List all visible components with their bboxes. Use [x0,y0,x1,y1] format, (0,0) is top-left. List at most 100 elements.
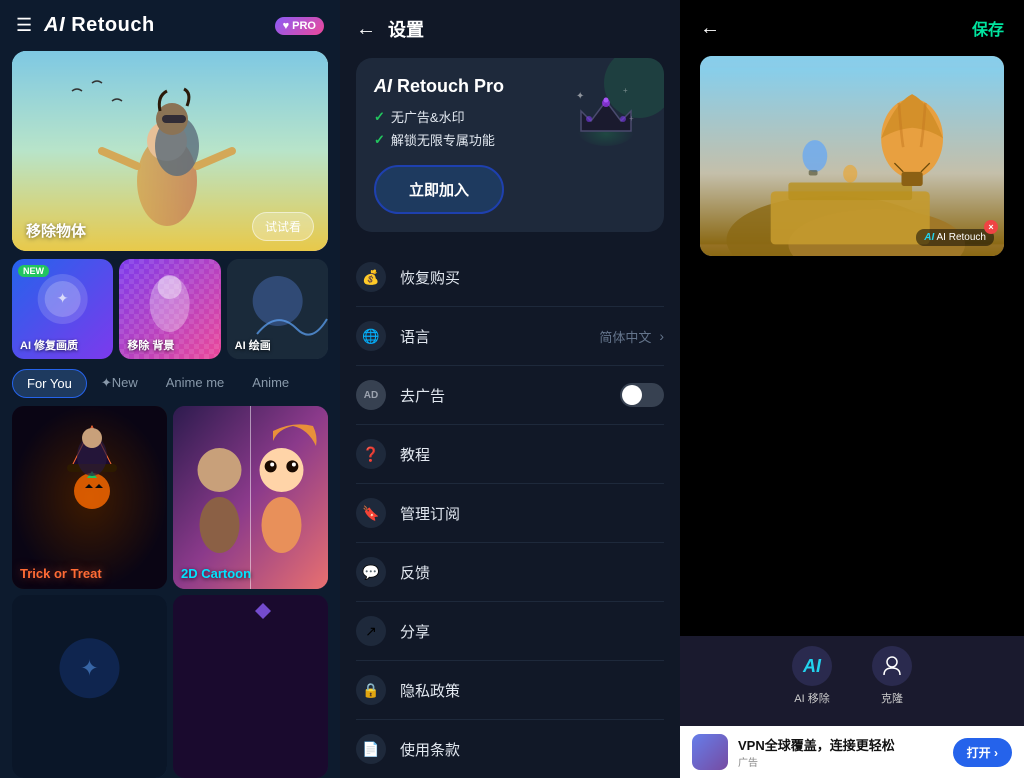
content-card-halloween[interactable]: ▲ NEW Try Free [12,406,167,589]
pro-card-text: AI Retouch Pro 无广告&水印 解锁无限专属功能 立即加入 [374,76,504,214]
pro-title-ai: AI [374,76,392,96]
settings-panel: ← 设置 AI Retouch Pro 无广告&水印 解锁无限专属功能 立即加入 [340,0,680,778]
settings-item-share[interactable]: ↗ 分享 [356,602,664,661]
content-card-4[interactable] [173,595,328,778]
settings-item-terms[interactable]: 📄 使用条款 [356,720,664,778]
app-name-retouch: Retouch [71,14,155,36]
settings-item-restore[interactable]: 💰 恢复购买 [356,248,664,307]
toolbar-item-clone[interactable]: 克隆 [872,646,912,706]
ad-title: VPN全球覆盖，连接更轻松 [738,735,943,754]
thumbnail-row: NEW ✦ AI 修复画质 移除 背景 [12,259,328,359]
language-arrow-icon: › [659,328,664,344]
watermark-text: AI Retouch [937,232,986,243]
share-label: 分享 [400,621,664,642]
balloon-scene [700,56,1004,256]
hero-label: 移除物体 [26,220,86,241]
app-header: ☰ AI Retouch ♥ PRO [0,0,340,51]
pro-features: 无广告&水印 解锁无限专属功能 [374,107,504,149]
right-main-image: AI AI Retouch × [700,56,1004,256]
star-icon: ✦ [101,375,112,390]
settings-item-language[interactable]: 🌐 语言 简体中文 › [356,307,664,366]
settings-title: 设置 [388,16,424,42]
thumb-ai-restore[interactable]: NEW ✦ AI 修复画质 [12,259,113,359]
settings-item-feedback[interactable]: 💬 反馈 [356,543,664,602]
ad-open-button[interactable]: 打开 › [953,738,1012,767]
close-icon: × [988,222,993,232]
tab-anime-me[interactable]: Anime me [152,369,239,398]
right-bottom-toolbar: AI AI 移除 克隆 [680,636,1024,726]
tutorial-label: 教程 [400,444,664,465]
right-save-button[interactable]: 保存 [972,16,1004,40]
subscription-label: 管理订阅 [400,503,664,524]
settings-item-remove-ads[interactable]: AD 去广告 [356,366,664,425]
app-title: AI Retouch [44,14,262,37]
tab-for-you[interactable]: For You [12,369,87,398]
language-value: 简体中文 [599,327,651,346]
svg-text:+: + [623,86,628,95]
tab-anime[interactable]: Anime [238,369,303,398]
clone-icon [872,646,912,686]
hero-try-button[interactable]: 试试看 [252,212,314,241]
svg-text:+: + [629,114,634,123]
right-panel-header: ← 保存 [680,0,1024,56]
right-panel: ← 保存 [680,0,1024,778]
tutorial-icon: ❓ [356,439,386,469]
language-icon: 🌐 [356,321,386,351]
ad-text-block: VPN全球覆盖，连接更轻松 广告 [738,735,943,769]
right-back-arrow[interactable]: ← [700,17,720,40]
feedback-label: 反馈 [400,562,664,583]
settings-item-tutorial[interactable]: ❓ 教程 [356,425,664,484]
pro-badge[interactable]: ♥ PRO [275,17,324,35]
content-grid: ▲ NEW Try Free [0,406,340,778]
pro-title-rest: Retouch Pro [397,76,504,96]
feedback-icon: 💬 [356,557,386,587]
ad-icon: AD [356,380,386,410]
content-card-3[interactable]: ▲ NEW ✦ [12,595,167,778]
thumb-remove-bg[interactable]: 移除 背景 [119,259,220,359]
tabs-bar: For You ✦New Anime me Anime [12,369,328,398]
right-spacer [680,256,1024,636]
remove-ads-label: 去广告 [400,385,620,406]
hero-image: 移除物体 试试看 [12,51,328,251]
halloween-card-title: Trick or Treat [20,566,102,581]
terms-label: 使用条款 [400,739,664,760]
menu-icon[interactable]: ☰ [16,15,32,36]
settings-header: ← 设置 [340,0,680,58]
settings-item-subscription[interactable]: 🔖 管理订阅 [356,484,664,543]
toolbar-item-ai-remove[interactable]: AI AI 移除 [792,646,832,706]
tab-new[interactable]: ✦New [87,369,152,398]
pro-crown-icon: ✦ + + [566,76,646,156]
svg-text:✦: ✦ [80,656,98,681]
card3-illustration: ✦ [12,595,167,778]
pro-card-title: AI Retouch Pro [374,76,504,97]
pro-join-button[interactable]: 立即加入 [374,165,504,214]
cartoon-illustration [173,406,328,589]
app-name-ai: AI [44,14,65,36]
remove-ads-toggle[interactable] [620,383,664,407]
content-card-cartoon[interactable]: ▲ NEW Try Free [173,406,328,589]
svg-text:✦: ✦ [576,91,584,102]
subscription-icon: 🔖 [356,498,386,528]
thumb-label-2: 移除 背景 [127,337,174,353]
ai-remove-label: AI 移除 [794,690,829,706]
pro-card-inner: AI Retouch Pro 无广告&水印 解锁无限专属功能 立即加入 [374,76,646,214]
svg-text:✦: ✦ [57,290,69,306]
ad-app-icon [692,734,728,770]
settings-back-arrow[interactable]: ← [356,18,376,41]
ai-remove-icon: AI [792,646,832,686]
settings-item-privacy[interactable]: 🔒 隐私政策 [356,661,664,720]
privacy-label: 隐私政策 [400,680,664,701]
pro-feature-2: 解锁无限专属功能 [374,130,504,149]
thumb-ai-paint[interactable]: AI 绘画 [227,259,328,359]
restore-icon: 💰 [356,262,386,292]
left-panel: ☰ AI Retouch ♥ PRO [0,0,340,778]
watermark-close-btn[interactable]: × [984,220,998,234]
balloon-svg [700,56,1004,256]
language-label: 语言 [400,326,599,347]
settings-menu: 💰 恢复购买 🌐 语言 简体中文 › AD 去广告 ❓ 教程 🔖 管理订阅 [340,248,680,778]
card4-illustration [173,595,328,778]
cartoon-card-title: 2D Cartoon [181,566,251,581]
halloween-illustration [12,406,167,589]
watermark-icon: AI [924,232,934,243]
privacy-icon: 🔒 [356,675,386,705]
